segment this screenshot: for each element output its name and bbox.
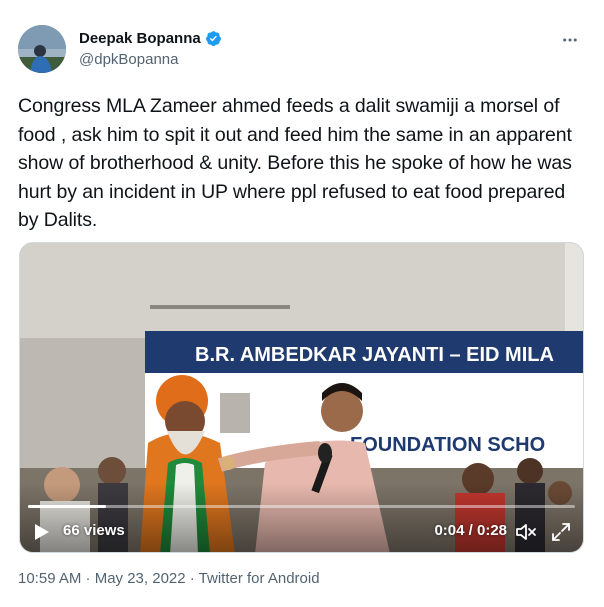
play-icon	[35, 524, 49, 540]
fullscreen-button[interactable]	[551, 522, 571, 542]
video-progress-bar[interactable]	[28, 505, 575, 508]
fullscreen-icon	[552, 523, 570, 541]
mute-button[interactable]	[515, 522, 537, 542]
banner-text-line2: FOUNDATION SCHO	[350, 434, 545, 456]
video-controls: 66 views 0:04 / 0:28	[20, 512, 583, 552]
banner-text-line1: B.R. AMBEDKAR JAYANTI – EID MILA	[195, 344, 554, 366]
more-options-button[interactable]	[558, 28, 582, 52]
meta-separator: ·	[185, 570, 199, 587]
video-player[interactable]: B.R. AMBEDKAR JAYANTI – EID MILA FOUNDAT…	[19, 242, 584, 553]
video-time: 0:04 / 0:28	[434, 522, 507, 539]
play-button[interactable]	[34, 523, 50, 541]
tweet-timestamp[interactable]: 10:59 AM · May 23, 2022	[18, 570, 186, 587]
video-views-count: 66 views	[63, 522, 125, 539]
video-progress-fill	[28, 505, 107, 508]
tweet-source[interactable]: Twitter for Android	[199, 570, 320, 587]
muted-speaker-icon	[516, 524, 536, 540]
avatar[interactable]	[18, 25, 66, 73]
more-horizontal-icon	[563, 38, 577, 42]
author-handle[interactable]: @dpkBopanna	[79, 51, 178, 68]
author-name-row: Deepak Bopanna	[79, 30, 222, 47]
tweet-text: Congress MLA Zameer ahmed feeds a dalit …	[18, 95, 572, 231]
avatar-photo-icon	[18, 25, 66, 73]
verified-badge-icon	[205, 30, 222, 47]
tweet-card: Deepak Bopanna @dpkBopanna Congress MLA …	[0, 0, 604, 607]
author-display-name[interactable]: Deepak Bopanna	[79, 30, 201, 47]
tweet-meta: 10:59 AM · May 23, 2022 · Twitter for An…	[18, 570, 320, 587]
